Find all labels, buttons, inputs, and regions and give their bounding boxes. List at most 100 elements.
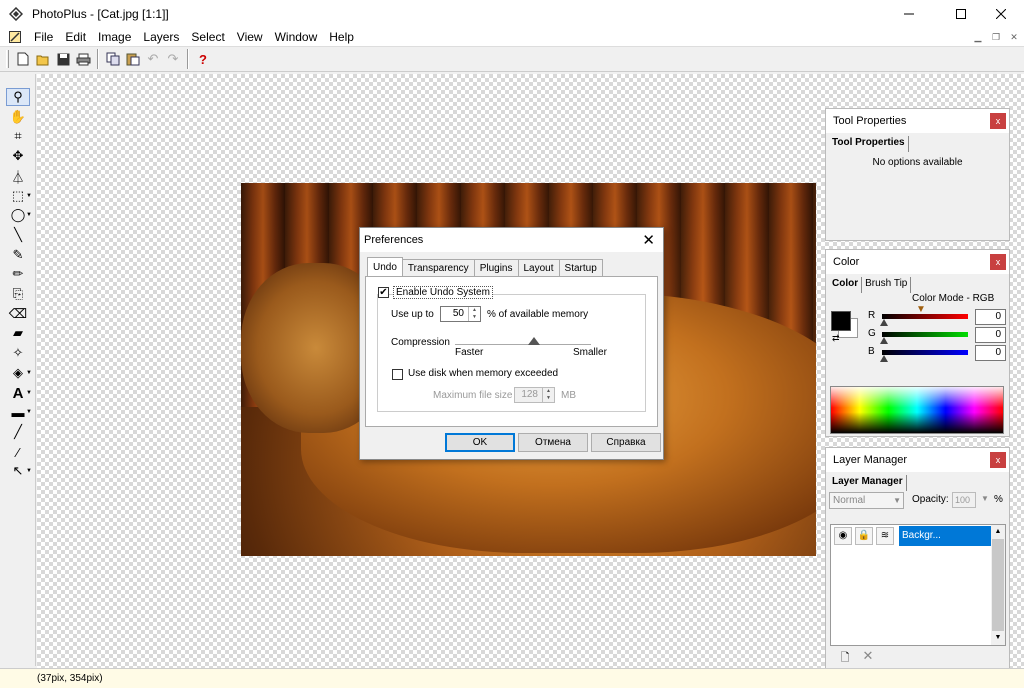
memory-percent-stepper[interactable]: 50 ▲ ▼: [440, 306, 481, 322]
green-channel-slider[interactable]: [882, 332, 968, 337]
minimize-button[interactable]: [886, 0, 932, 28]
cancel-button[interactable]: Отмена: [518, 433, 588, 452]
scroll-down-icon[interactable]: ▼: [991, 631, 1005, 645]
layer-name[interactable]: Backgr...: [899, 526, 993, 546]
crop-tool-icon[interactable]: ⌗: [6, 127, 30, 145]
menu-edit[interactable]: Edit: [59, 28, 92, 46]
toolbar-grip[interactable]: [6, 50, 9, 68]
shape-tool-icon[interactable]: ▬ ▼: [6, 403, 33, 421]
lock-icon[interactable]: 🔒: [855, 527, 873, 545]
line-tool-icon[interactable]: ╲: [6, 226, 30, 244]
delete-layer-icon[interactable]: ✕: [861, 648, 875, 663]
undo-icon[interactable]: ↶: [143, 49, 163, 69]
compression-faster-label: Faster: [455, 347, 484, 358]
tab-brush-tip[interactable]: Brush Tip: [862, 277, 912, 293]
color-picker-tool-icon[interactable]: ⁄: [6, 443, 30, 461]
close-window-button[interactable]: [978, 0, 1024, 28]
compression-slider-track[interactable]: [455, 344, 591, 345]
menu-file[interactable]: File: [28, 28, 59, 46]
menu-layers[interactable]: Layers: [137, 28, 185, 46]
mdi-minimize-button[interactable]: ▁: [970, 30, 986, 44]
perspective-tool-icon[interactable]: ⏃: [6, 167, 30, 185]
window-title: PhotoPlus - [Cat.jpg [1:1]]: [32, 7, 169, 21]
help-icon[interactable]: ?: [193, 49, 213, 69]
ellipse-select-tool-icon[interactable]: ◯ ▼: [6, 206, 32, 224]
stepper-arrows-icon[interactable]: ▲ ▼: [468, 307, 480, 321]
chevron-down-icon: ▼: [893, 496, 901, 505]
tab-transparency[interactable]: Transparency: [401, 259, 475, 277]
blue-channel-slider[interactable]: [882, 350, 968, 355]
blue-slider-thumb[interactable]: [880, 355, 888, 362]
hand-tool-icon[interactable]: ✋: [6, 108, 30, 126]
clone-tool-icon[interactable]: ⎘: [6, 285, 30, 303]
help-button[interactable]: Справка: [591, 433, 661, 452]
eraser-tool-icon[interactable]: ⌫: [6, 305, 30, 323]
paste-icon[interactable]: [123, 49, 143, 69]
tab-startup[interactable]: Startup: [558, 259, 603, 277]
layer-row[interactable]: ◉ 🔒 ≋ Backgr...: [831, 525, 993, 547]
blue-value-input[interactable]: 0: [975, 345, 1006, 361]
stepper-arrows-icon[interactable]: ▲ ▼: [542, 388, 554, 402]
tab-layer-manager[interactable]: Layer Manager: [829, 475, 907, 491]
fill-tool-icon[interactable]: ▰: [6, 324, 30, 342]
straight-line-tool-icon[interactable]: ╱: [6, 423, 30, 441]
copy-icon[interactable]: [103, 49, 123, 69]
ok-button[interactable]: OK: [445, 433, 515, 452]
color-panel: Color x Color Brush Tip Color Mode - RGB…: [825, 249, 1010, 437]
swap-colors-icon[interactable]: ⇄: [832, 333, 840, 344]
tab-color[interactable]: Color: [829, 277, 863, 293]
layer-effects-icon[interactable]: ≋: [876, 527, 894, 545]
paint-bucket-tool-icon[interactable]: ◈ ▼: [6, 364, 32, 382]
color-close-icon[interactable]: x: [990, 254, 1006, 270]
zoom-tool-icon[interactable]: ⚲: [6, 88, 30, 106]
opacity-dropdown-icon[interactable]: ▼: [981, 494, 989, 503]
tab-undo[interactable]: Undo: [367, 257, 403, 277]
layer-manager-close-icon[interactable]: x: [990, 452, 1006, 468]
smudge-tool-icon[interactable]: ✧: [6, 344, 30, 362]
node-edit-tool-icon[interactable]: ↖ ▼: [6, 462, 32, 480]
redo-icon[interactable]: ↷: [163, 49, 183, 69]
red-value-input[interactable]: 0: [975, 309, 1006, 325]
menu-window[interactable]: Window: [269, 28, 324, 46]
enable-undo-checkbox[interactable]: ✔: [378, 287, 389, 298]
menu-image[interactable]: Image: [92, 28, 137, 46]
use-disk-checkbox[interactable]: [392, 369, 403, 380]
new-layer-icon[interactable]: 🗋: [838, 649, 852, 664]
eye-icon[interactable]: ◉: [834, 527, 852, 545]
rectangle-select-tool-icon[interactable]: ⬚ ▼: [6, 187, 32, 205]
tab-layout[interactable]: Layout: [517, 259, 560, 277]
blend-mode-select[interactable]: Normal ▼: [829, 492, 904, 509]
green-slider-thumb[interactable]: [880, 337, 888, 344]
green-value-input[interactable]: 0: [975, 327, 1006, 343]
layer-manager-tabs: Layer Manager: [829, 475, 1009, 491]
menu-select[interactable]: Select: [185, 28, 230, 46]
mdi-close-button[interactable]: ✕: [1006, 30, 1022, 44]
tab-tool-properties[interactable]: Tool Properties: [829, 136, 909, 152]
compression-slider-thumb[interactable]: [528, 337, 540, 345]
tool-properties-close-icon[interactable]: x: [990, 113, 1006, 129]
new-file-icon[interactable]: [13, 49, 33, 69]
dialog-close-icon[interactable]: ✕: [642, 231, 655, 249]
tab-plugins[interactable]: Plugins: [473, 259, 519, 277]
opacity-input[interactable]: 100: [952, 492, 976, 508]
save-icon[interactable]: [53, 49, 73, 69]
menu-view[interactable]: View: [231, 28, 269, 46]
status-bar: (37pix, 354pix): [0, 668, 1024, 688]
menu-help[interactable]: Help: [323, 28, 360, 46]
max-file-size-stepper[interactable]: 128 ▲ ▼: [514, 387, 555, 403]
red-slider-thumb[interactable]: [880, 319, 888, 326]
color-mode-label: Color Mode - RGB: [912, 293, 995, 304]
text-tool-icon[interactable]: A ▼: [6, 384, 32, 402]
scrollbar-thumb[interactable]: [992, 539, 1004, 631]
move-tool-icon[interactable]: ✥: [6, 147, 30, 165]
pencil-tool-icon[interactable]: ✏: [6, 265, 30, 283]
color-spectrum[interactable]: [830, 386, 1004, 434]
print-icon[interactable]: [73, 49, 93, 69]
paintbrush-tool-icon[interactable]: ✎: [6, 246, 30, 264]
red-channel-slider[interactable]: [882, 314, 968, 319]
scroll-up-icon[interactable]: ▲: [991, 525, 1005, 539]
layers-scrollbar[interactable]: ▲ ▼: [991, 525, 1005, 645]
foreground-color-swatch[interactable]: [831, 311, 851, 331]
open-folder-icon[interactable]: [33, 49, 53, 69]
mdi-restore-button[interactable]: ❐: [988, 30, 1004, 44]
